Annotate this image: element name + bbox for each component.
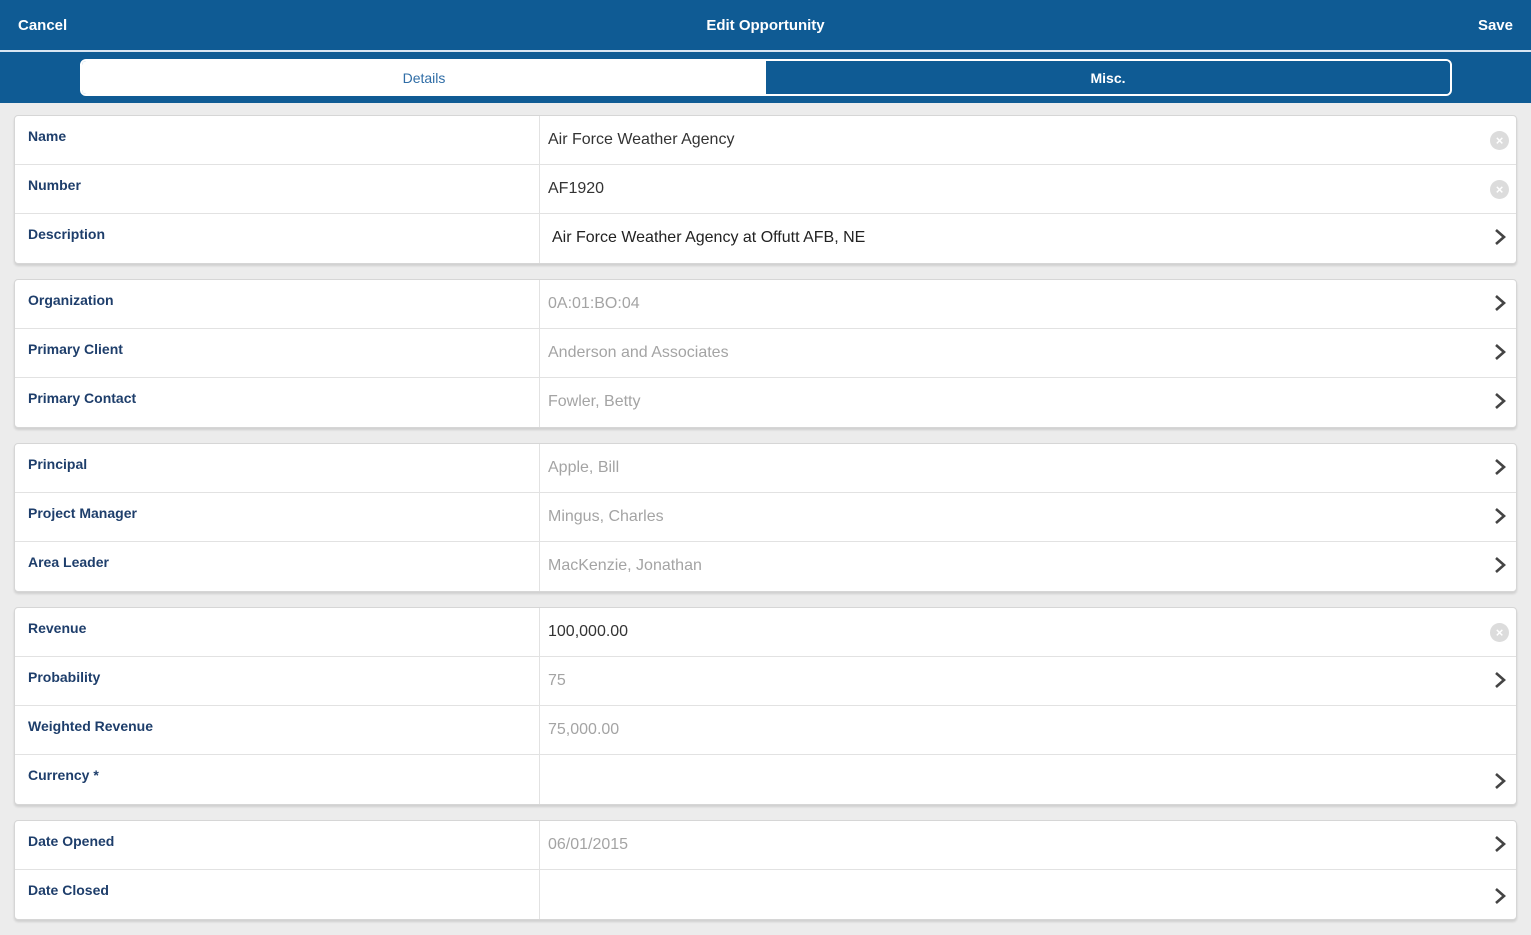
currency-field[interactable] — [540, 755, 1516, 804]
chevron-right-icon[interactable] — [1493, 342, 1507, 362]
field-row-name[interactable]: Name Air Force Weather Agency × — [15, 116, 1516, 165]
field-row-project-manager[interactable]: Project Manager Mingus, Charles — [15, 493, 1516, 542]
form-group-staff: Principal Apple, Bill Project Manager Mi… — [14, 443, 1517, 592]
tab-details[interactable]: Details — [82, 61, 766, 94]
field-label: Primary Contact — [15, 378, 540, 427]
field-row-currency[interactable]: Currency * — [15, 755, 1516, 804]
field-row-description[interactable]: Description Air Force Weather Agency at … — [15, 214, 1516, 263]
field-label: Weighted Revenue — [15, 706, 540, 754]
field-row-organization[interactable]: Organization 0A:01:BO:04 — [15, 280, 1516, 329]
primary-contact-field[interactable]: Fowler, Betty — [540, 378, 1516, 427]
probability-field[interactable]: 75 — [540, 657, 1516, 705]
field-label: Probability — [15, 657, 540, 705]
field-label: Number — [15, 165, 540, 213]
tab-misc[interactable]: Misc. — [766, 61, 1450, 94]
revenue-field[interactable]: 100,000.00 — [540, 608, 1516, 656]
chevron-right-icon[interactable] — [1493, 391, 1507, 411]
segmented-control: Details Misc. — [80, 59, 1452, 96]
field-row-principal[interactable]: Principal Apple, Bill — [15, 444, 1516, 493]
clear-icon[interactable]: × — [1490, 180, 1509, 199]
field-row-area-leader[interactable]: Area Leader MacKenzie, Jonathan — [15, 542, 1516, 591]
form-group-dates: Date Opened 06/01/2015 Date Closed — [14, 820, 1517, 920]
field-row-number[interactable]: Number AF1920 × — [15, 165, 1516, 214]
chevron-right-icon[interactable] — [1493, 457, 1507, 477]
weighted-revenue-value: 75,000.00 — [548, 721, 620, 738]
field-row-primary-contact[interactable]: Primary Contact Fowler, Betty — [15, 378, 1516, 427]
field-row-weighted-revenue: Weighted Revenue 75,000.00 — [15, 706, 1516, 755]
primary-client-field[interactable]: Anderson and Associates — [540, 329, 1516, 377]
field-label: Project Manager — [15, 493, 540, 541]
chevron-right-icon[interactable] — [1493, 293, 1507, 313]
field-label: Organization — [15, 280, 540, 328]
chevron-right-icon[interactable] — [1493, 555, 1507, 575]
field-label: Description — [15, 214, 540, 263]
chevron-right-icon[interactable] — [1493, 834, 1507, 854]
form-content: Name Air Force Weather Agency × Number A… — [14, 115, 1517, 935]
principal-field[interactable]: Apple, Bill — [540, 444, 1516, 492]
field-label: Area Leader — [15, 542, 540, 591]
chevron-right-icon[interactable] — [1493, 227, 1507, 247]
form-group-identity: Name Air Force Weather Agency × Number A… — [14, 115, 1517, 264]
page-title: Edit Opportunity — [706, 17, 825, 34]
chevron-right-icon[interactable] — [1493, 771, 1507, 791]
chevron-right-icon[interactable] — [1493, 506, 1507, 526]
description-field[interactable]: Air Force Weather Agency at Offutt AFB, … — [540, 214, 1516, 263]
field-label: Primary Client — [15, 329, 540, 377]
organization-field[interactable]: 0A:01:BO:04 — [540, 280, 1516, 328]
app-header: Cancel Edit Opportunity Save — [0, 0, 1531, 52]
field-label: Date Closed — [15, 870, 540, 919]
tab-bar: Details Misc. — [0, 52, 1531, 103]
field-label: Principal — [15, 444, 540, 492]
field-label: Date Opened — [15, 821, 540, 869]
clear-icon[interactable]: × — [1490, 623, 1509, 642]
field-row-primary-client[interactable]: Primary Client Anderson and Associates — [15, 329, 1516, 378]
date-closed-field[interactable] — [540, 870, 1516, 919]
clear-icon[interactable]: × — [1490, 131, 1509, 150]
field-row-date-closed[interactable]: Date Closed — [15, 870, 1516, 919]
chevron-right-icon[interactable] — [1493, 886, 1507, 906]
date-opened-field[interactable]: 06/01/2015 — [540, 821, 1516, 869]
form-group-financials: Revenue 100,000.00 × Probability 75 Weig… — [14, 607, 1517, 805]
field-label: Revenue — [15, 608, 540, 656]
name-field[interactable]: Air Force Weather Agency — [540, 116, 1516, 164]
project-manager-field[interactable]: Mingus, Charles — [540, 493, 1516, 541]
field-row-date-opened[interactable]: Date Opened 06/01/2015 — [15, 821, 1516, 870]
save-button[interactable]: Save — [1478, 17, 1513, 34]
area-leader-field[interactable]: MacKenzie, Jonathan — [540, 542, 1516, 591]
field-label: Currency * — [15, 755, 540, 804]
field-row-revenue[interactable]: Revenue 100,000.00 × — [15, 608, 1516, 657]
field-label: Name — [15, 116, 540, 164]
number-field[interactable]: AF1920 — [540, 165, 1516, 213]
field-row-probability[interactable]: Probability 75 — [15, 657, 1516, 706]
form-group-organization: Organization 0A:01:BO:04 Primary Client … — [14, 279, 1517, 428]
chevron-right-icon[interactable] — [1493, 670, 1507, 690]
